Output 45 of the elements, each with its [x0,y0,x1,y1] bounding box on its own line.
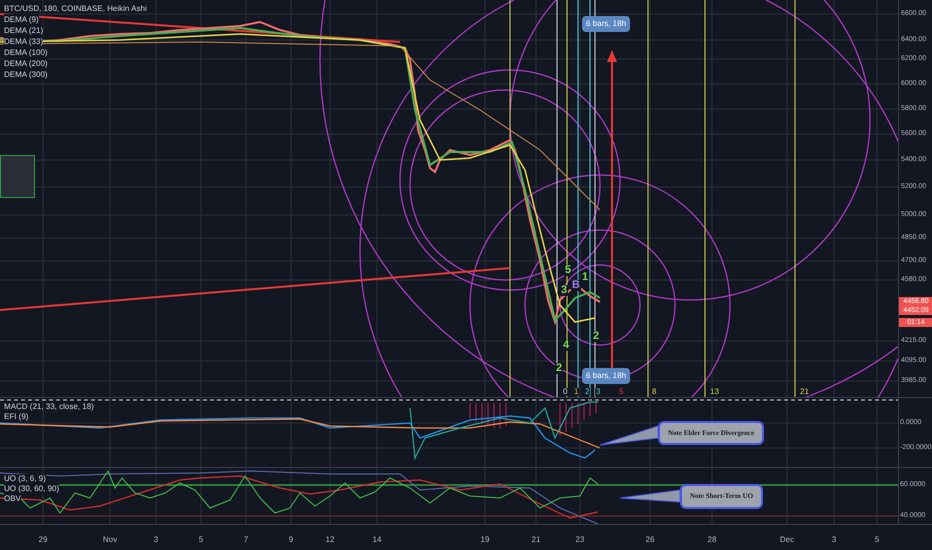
time-tick: 21 [532,536,540,544]
time-tick: 29 [38,536,48,544]
indicator-label: MACD (21, 33, close, 18) [4,402,94,412]
time-tick: Nov [102,536,118,544]
fib-time-label: 3 [595,388,602,396]
time-tick: 19 [480,536,490,544]
wave-label: B [571,280,581,291]
wave-label: 4 [562,340,570,351]
time-tick: 5 [874,536,880,544]
time-tick: 7 [244,536,248,544]
wave-label: 2 [592,331,600,342]
time-tick: 14 [372,536,382,544]
time-tick: 9 [288,536,294,544]
time-tick: 5 [198,536,204,544]
indicator-label: EFI (9) [4,412,30,422]
time-tick: 26 [646,536,654,544]
time-tick: 3 [832,536,836,544]
indicator-label: DEMA (200) [4,58,48,69]
indicator-label: DEMA (33) [4,36,44,47]
indicator-label: OBV [4,494,21,504]
indicator-label: DEMA (21) [4,25,44,36]
time-tick: Dec [780,536,794,544]
time-tick: 28 [708,536,716,544]
time-tick: 23 [576,536,584,544]
measure-label: 6 bars, 18h [582,368,630,384]
indicator-label: DEMA (100) [4,47,48,58]
time-tick: 12 [326,536,334,544]
wave-label: 2 [555,363,564,374]
fib-time-label: 2 [584,388,590,396]
wave-label: 1 [581,272,590,283]
fib-time-label: 13 [709,388,720,396]
measure-label: 6 bars, 18h [582,16,630,32]
fib-time-label: 8 [651,388,658,396]
fib-time-label: 1 [573,388,580,396]
time-tick: 3 [154,536,158,544]
wave-label: 5 [564,265,572,276]
symbol-title: BTC/USD, 180, COINBASE, Heikin Ashi [4,3,147,14]
fib-time-label: 21 [799,388,810,396]
fib-time-label: 5 [618,388,624,396]
indicator-label: DEMA (300) [4,69,48,80]
indicator-label: UO (3, 6, 9) [4,474,46,484]
wave-label: 3 [560,285,568,296]
fib-time-label: 0 [562,388,568,396]
indicator-label: UO (30, 60, 90) [4,484,60,494]
indicator-label: DEMA (9) [4,14,39,25]
